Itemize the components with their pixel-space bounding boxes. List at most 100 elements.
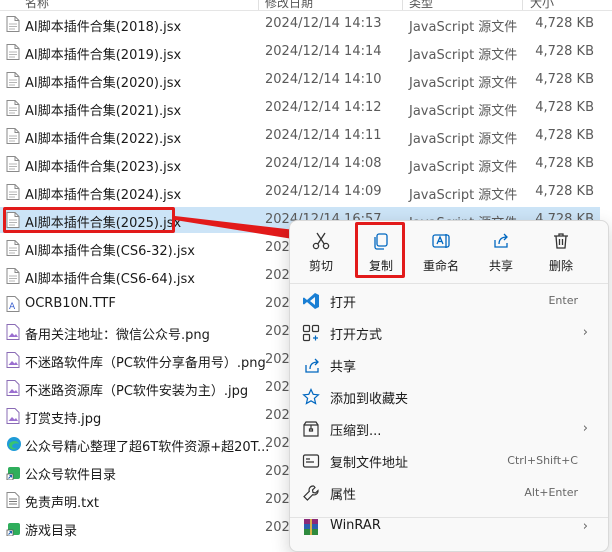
menu-item-shortcut: Enter — [548, 294, 578, 307]
chevron-right-icon: › — [582, 325, 588, 340]
file-date: 2024/12/14 14:11 — [265, 128, 382, 143]
jsx-file-icon — [6, 44, 20, 60]
file-date: 2024/12/14 14:12 — [265, 100, 382, 115]
file-row[interactable]: AI脚本插件合集(2024).jsx 2024/12/14 14:09 JavaSc… — [0, 179, 600, 205]
file-type: JavaScript 源文件 — [409, 132, 518, 147]
file-date: 2024/12/14 14:13 — [265, 16, 382, 31]
file-size: 4,728 KB — [535, 16, 594, 31]
path-icon — [302, 452, 320, 470]
file-date: 2024/12/14 14:08 — [265, 156, 382, 171]
share-button[interactable]: 共享 — [473, 227, 529, 277]
menu-item-label: 添加到收藏夹 — [330, 392, 409, 407]
menu-item[interactable]: 共享 — [290, 349, 608, 381]
file-size: 4,728 KB — [535, 100, 594, 115]
menu-item-label: 打开 — [330, 296, 357, 311]
file-name: 公众号软件目录 — [25, 468, 117, 483]
jsx-file-icon — [6, 156, 20, 172]
file-type: JavaScript 源文件 — [409, 160, 518, 175]
file-type: JavaScript 源文件 — [409, 188, 518, 203]
column-divider[interactable] — [522, 0, 523, 10]
menu-item-label: 打开方式 — [330, 328, 383, 343]
rename-icon — [431, 231, 451, 251]
file-name: 备用关注地址：微信公众号.png — [25, 328, 210, 343]
open-with-icon — [302, 324, 320, 342]
menu-item[interactable]: 复制文件地址 Ctrl+Shift+C — [290, 445, 608, 477]
jsx-file-icon — [6, 72, 20, 88]
menu-item[interactable]: 属性 Alt+Enter — [290, 477, 608, 509]
jsx-file-icon — [6, 16, 20, 32]
menu-item[interactable]: 打开方式 › — [290, 317, 608, 349]
column-name[interactable]: 名称 — [25, 0, 49, 10]
image-file-icon — [6, 380, 20, 396]
file-name: AI脚本插件合集(CS6-32).jsx — [25, 244, 195, 259]
column-date[interactable]: 修改日期 — [265, 0, 313, 10]
file-name: OCRB10N.TTF — [25, 296, 116, 311]
file-name: AI脚本插件合集(2023).jsx — [25, 160, 182, 175]
menu-item[interactable]: WinRAR › — [290, 511, 608, 543]
file-row[interactable]: AI脚本插件合集(2018).jsx 2024/12/14 14:13 JavaSc… — [0, 11, 600, 37]
column-divider[interactable] — [258, 0, 259, 10]
jsx-file-icon — [6, 268, 20, 284]
menu-item-label: 复制文件地址 — [330, 456, 409, 471]
file-name: 免责声明.txt — [25, 496, 100, 511]
menu-item[interactable]: 添加到收藏夹 — [290, 381, 608, 413]
trash-button[interactable]: 删除 — [533, 227, 589, 277]
file-date: 2024/12/14 14:10 — [265, 72, 382, 87]
menu-divider — [290, 283, 608, 284]
toolbar-label: 剪切 — [308, 259, 333, 273]
highlight-box-copy — [355, 222, 405, 278]
column-type[interactable]: 类型 — [409, 0, 433, 10]
jsx-file-icon — [6, 184, 20, 200]
file-row[interactable]: AI脚本插件合集(2022).jsx 2024/12/14 14:11 JavaSc… — [0, 123, 600, 149]
rename-button[interactable]: 重命名 — [413, 227, 469, 277]
file-type: JavaScript 源文件 — [409, 20, 518, 35]
toolbar-label: 删除 — [548, 259, 573, 273]
file-date: 2024/12/14 14:09 — [265, 184, 382, 199]
column-divider[interactable] — [402, 0, 403, 10]
menu-divider — [290, 517, 608, 518]
column-size[interactable]: 大小 — [530, 0, 554, 10]
text-file-icon — [6, 492, 20, 508]
file-type: JavaScript 源文件 — [409, 48, 518, 63]
file-date: 2024/12/14 14:14 — [265, 44, 382, 59]
share-icon — [302, 356, 320, 374]
jsx-file-icon — [6, 128, 20, 144]
file-row[interactable]: AI脚本插件合集(2023).jsx 2024/12/14 14:08 JavaSc… — [0, 151, 600, 177]
scissors-button[interactable]: 剪切 — [293, 227, 349, 277]
context-menu: 剪切 复制 重命名 共享 删除 打开 Enter 打开方式 › 共享 添加到收藏夹 压缩到... › 复… — [289, 220, 609, 552]
jsx-file-icon — [6, 240, 20, 256]
file-name: AI脚本插件合集(2021).jsx — [25, 104, 182, 119]
share-icon — [491, 231, 511, 251]
winrar-icon — [302, 518, 320, 536]
file-name: AI脚本插件合集(CS6-64).jsx — [25, 272, 195, 287]
file-name: AI脚本插件合集(2022).jsx — [25, 132, 182, 147]
file-size: 4,728 KB — [535, 156, 594, 171]
image-file-icon — [6, 324, 20, 340]
wrench-icon — [302, 484, 320, 502]
image-file-icon — [6, 352, 20, 368]
chevron-right-icon: › — [582, 519, 588, 534]
chevron-right-icon: › — [582, 421, 588, 436]
file-row[interactable]: AI脚本插件合集(2020).jsx 2024/12/14 14:10 JavaSc… — [0, 67, 600, 93]
menu-item-shortcut: Ctrl+Shift+C — [507, 454, 578, 467]
menu-item[interactable]: 压缩到... › — [290, 413, 608, 445]
scissors-icon — [311, 231, 331, 251]
menu-item-shortcut: Alt+Enter — [524, 486, 578, 499]
file-row[interactable]: AI脚本插件合集(2019).jsx 2024/12/14 14:14 JavaSc… — [0, 39, 600, 65]
file-name: AI脚本插件合集(2024).jsx — [25, 188, 182, 203]
shortcut-icon — [6, 464, 20, 481]
highlight-box-selected-file — [3, 207, 175, 233]
file-size: 4,728 KB — [535, 44, 594, 59]
toolbar-label: 重命名 — [422, 259, 459, 273]
file-name: AI脚本插件合集(2019).jsx — [25, 48, 182, 63]
trash-icon — [551, 231, 571, 251]
menu-item-label: WinRAR — [330, 518, 381, 533]
file-row[interactable]: AI脚本插件合集(2021).jsx 2024/12/14 14:12 JavaSc… — [0, 95, 600, 121]
file-name: 游戏目录 — [25, 524, 78, 539]
file-name: AI脚本插件合集(2020).jsx — [25, 76, 182, 91]
menu-item-label: 压缩到... — [330, 424, 382, 439]
star-icon — [302, 388, 320, 406]
edge-link-icon — [6, 436, 21, 452]
menu-item-label: 属性 — [330, 488, 357, 503]
menu-item[interactable]: 打开 Enter — [290, 285, 608, 317]
